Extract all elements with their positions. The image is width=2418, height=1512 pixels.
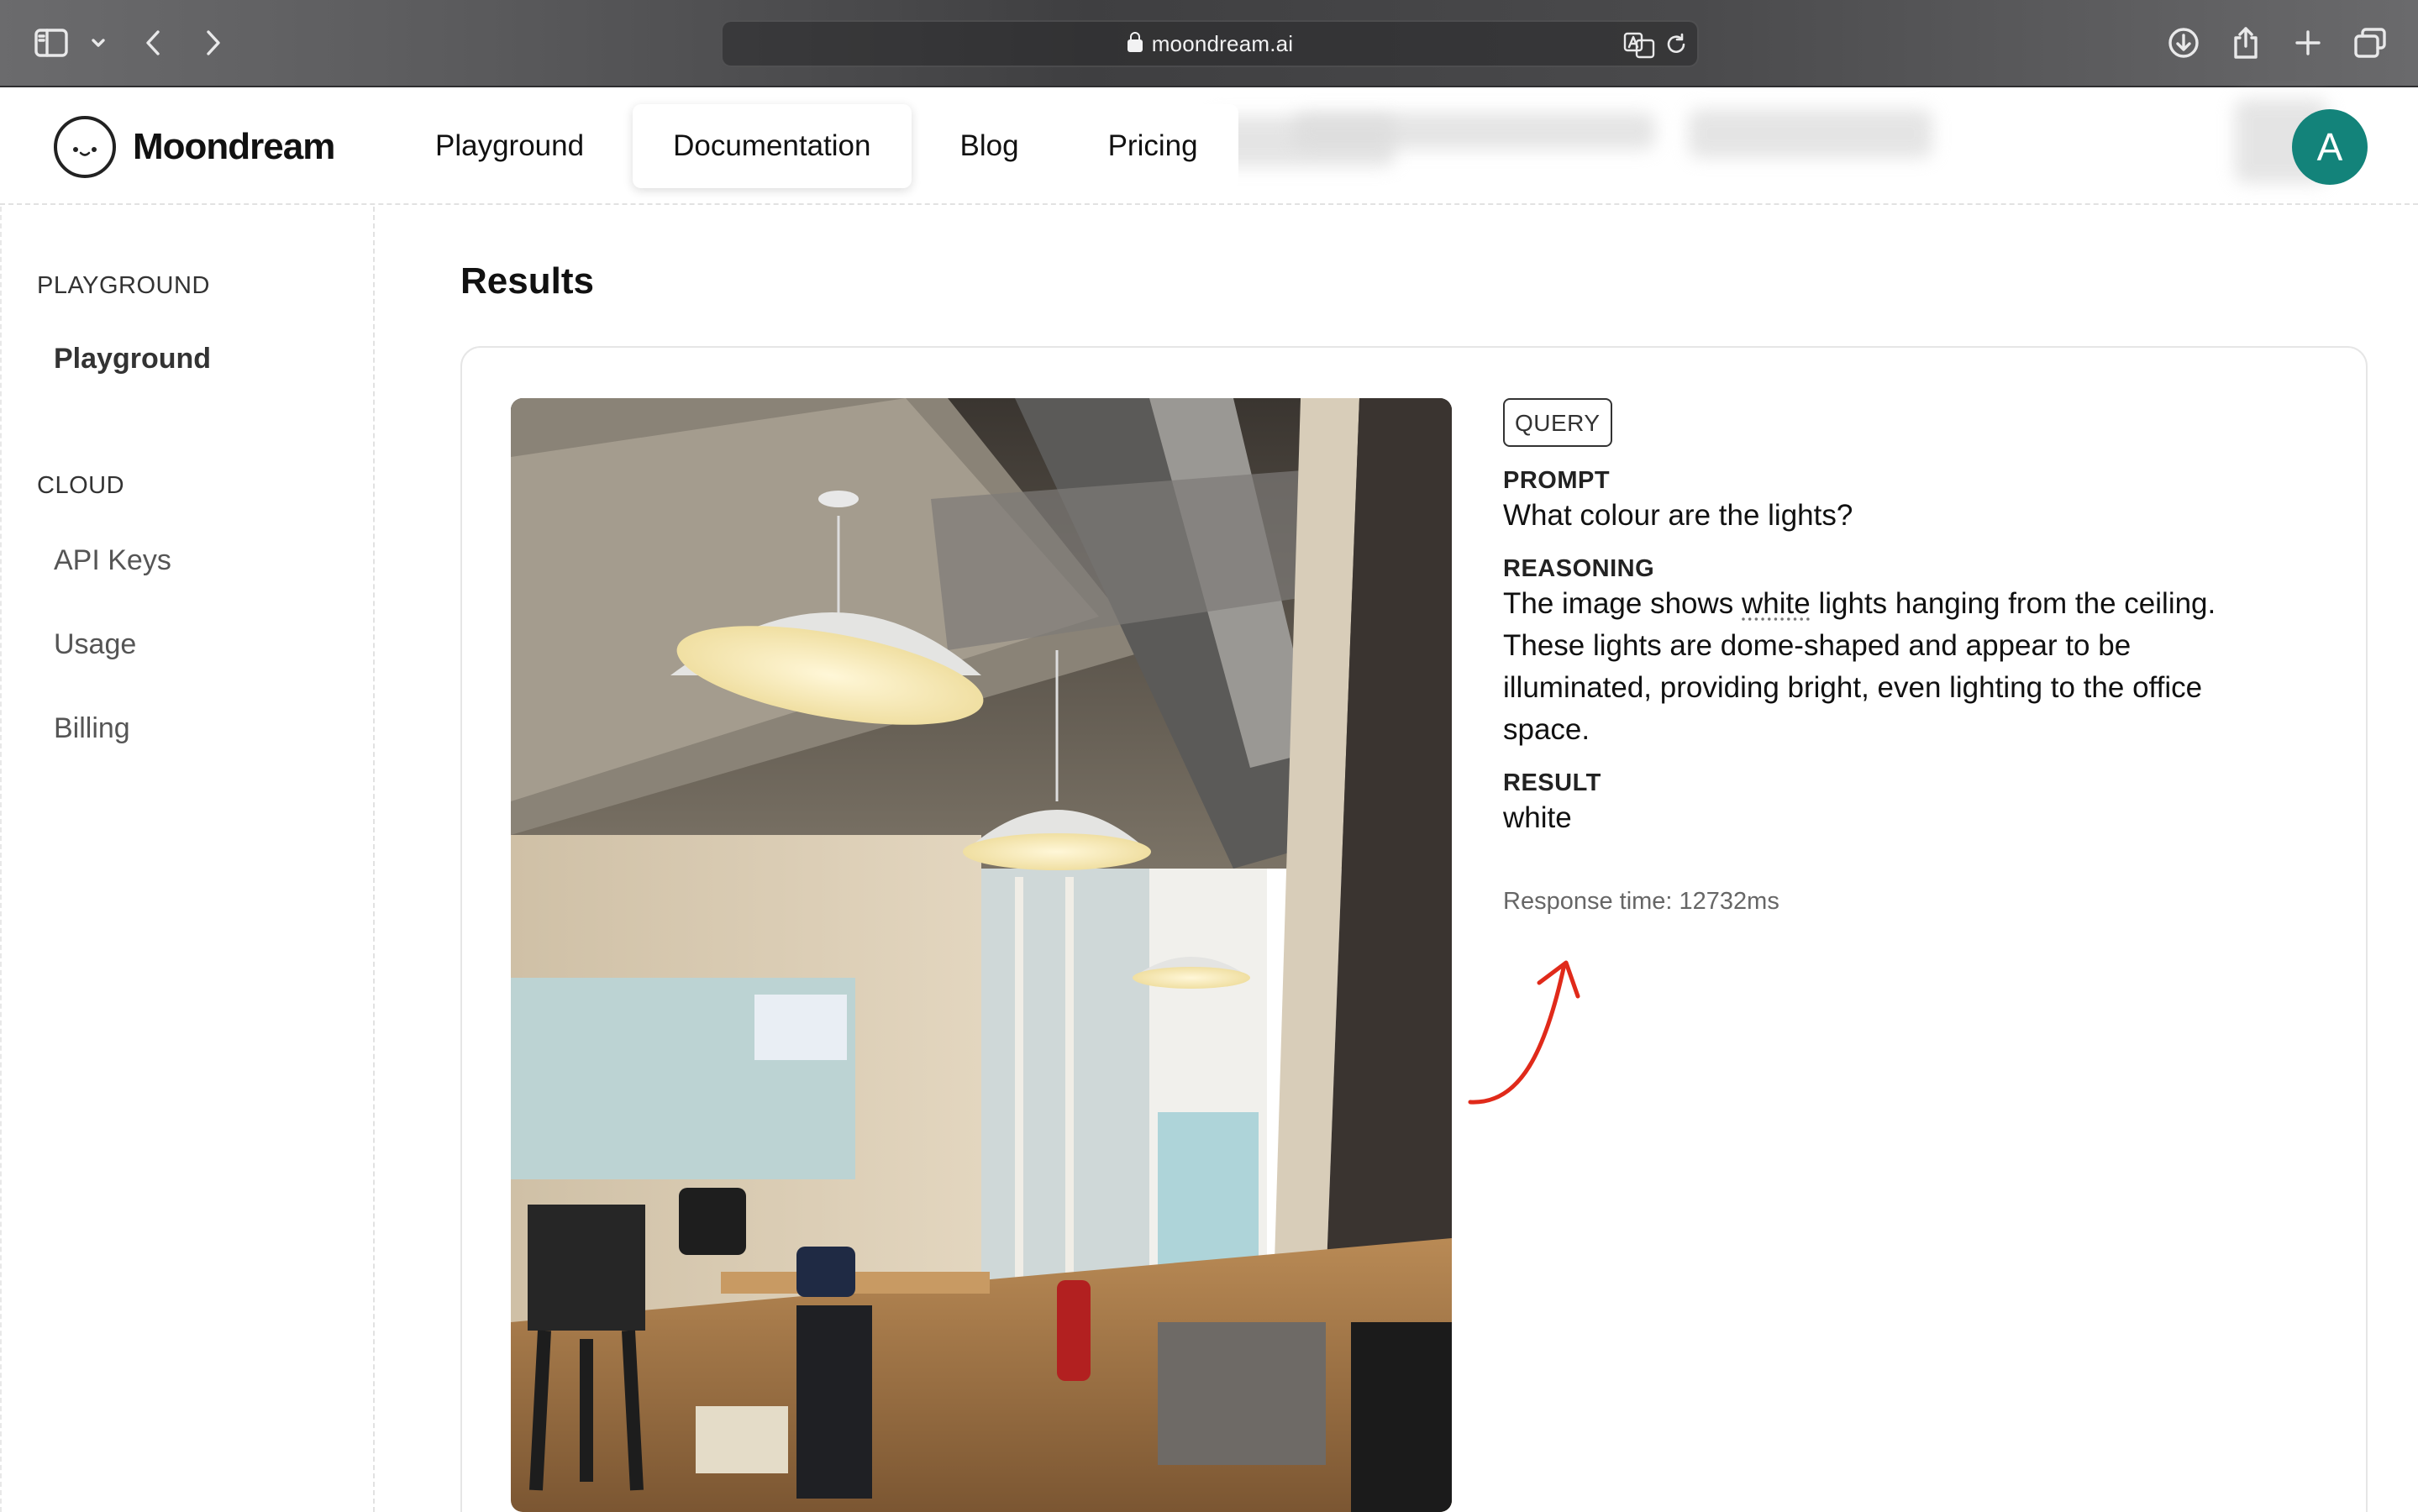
query-badge: QUERY [1503,398,1612,447]
translate-icon[interactable] [1623,30,1655,63]
nav-blog[interactable]: Blog [919,104,1059,188]
result-text: white [1503,801,1572,834]
lock-icon [1127,31,1143,57]
downloads-icon[interactable] [2163,22,2205,64]
office-photo [511,398,1452,1512]
result-label: RESULT [1503,769,1601,796]
sidebar-toggle-icon[interactable] [30,22,72,64]
reasoning-text: The image shows white lights hanging fro… [1503,583,2259,751]
reasoning-label: REASONING [1503,555,1655,582]
prompt-text: What colour are the lights? [1503,499,1853,532]
back-icon[interactable] [133,22,175,64]
reasoning-text-start: The image shows [1503,587,1743,620]
main-nav: Playground Documentation Blog Pricing [395,104,1238,188]
new-tab-icon[interactable] [2287,22,2329,64]
page-title: Results [460,260,594,302]
url-text: moondream.ai [1151,30,1294,56]
avatar[interactable]: A [2292,109,2368,185]
sidebar-heading-playground: PLAYGROUND [37,272,210,299]
nav-documentation[interactable]: Documentation [633,104,912,188]
tab-overview-icon[interactable] [2349,22,2391,64]
arrow-shaft [1468,962,1567,1105]
chevron-down-icon[interactable] [77,22,119,64]
nav-playground[interactable]: Playground [395,104,625,188]
site-header: Moondream Playground Documentation Blog … [0,87,2418,205]
reload-icon[interactable] [1664,32,1689,61]
share-icon[interactable] [2225,22,2267,64]
sidebar-item-billing[interactable]: Billing [54,712,130,745]
blurred-background-decoration [1689,109,1932,158]
brand-logo[interactable]: Moondream [54,116,335,178]
response-time: Response time: 12732ms [1503,888,1779,915]
moon-face-icon [54,116,116,178]
annotation-arrow-icon [1468,960,1580,1105]
reasoning-highlight[interactable]: white [1742,587,1811,620]
browser-toolbar: moondream.ai [0,0,2418,87]
sidebar-item-api-keys[interactable]: API Keys [54,544,171,577]
sidebar-heading-cloud: CLOUD [37,472,125,499]
brand-name: Moondream [133,126,335,167]
nav-pricing[interactable]: Pricing [1067,104,1238,188]
address-bar[interactable]: moondream.ai [721,20,1699,67]
sidebar-item-usage[interactable]: Usage [54,628,136,661]
query-details: QUERY PROMPT What colour are the lights?… [1503,398,2259,916]
sidebar-item-playground[interactable]: Playground [54,343,211,375]
blurred-background-decoration [1294,113,1655,150]
prompt-label: PROMPT [1503,467,1611,494]
forward-icon[interactable] [192,22,234,64]
sidebar: PLAYGROUND Playground CLOUD API Keys Usa… [0,207,375,1512]
